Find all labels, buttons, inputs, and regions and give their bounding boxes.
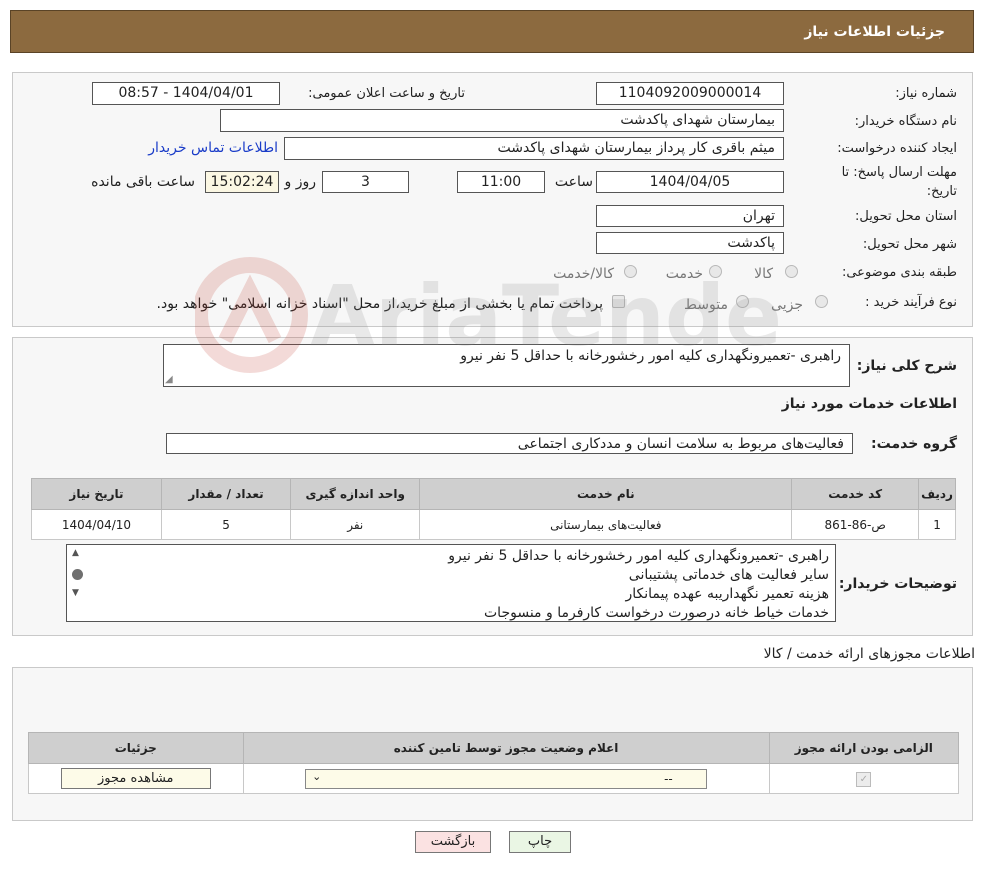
category-option-goods-service: کالا/خدمت xyxy=(553,266,614,282)
city-field: پاکدشت xyxy=(596,232,784,254)
deadline-time-label: ساعت xyxy=(554,174,593,190)
remaining-days-field: 3 xyxy=(322,171,409,193)
category-option-goods: کالا xyxy=(754,266,773,282)
page-header: جزئیات اطلاعات نیاز xyxy=(10,10,974,53)
service-group-field: فعالیت‌های مربوط به سلامت انسان و مددکار… xyxy=(166,433,853,454)
buyer-org-label: نام دستگاه خریدار: xyxy=(854,114,957,129)
deadline-date-field: 1404/04/05 xyxy=(596,171,784,193)
treasury-payment-note: پرداخت تمام یا بخشی از مبلغ خرید،از محل … xyxy=(156,296,603,312)
services-section-title: اطلاعات خدمات مورد نیاز xyxy=(781,396,957,412)
required-checkbox[interactable]: ✓ xyxy=(856,771,872,787)
deadline-label: مهلت ارسال پاسخ: تا xyxy=(841,165,957,180)
chevron-down-icon: ⌄ xyxy=(312,769,322,783)
scroll-thumb[interactable] xyxy=(72,569,83,580)
col-header-quantity: تعداد / مقدار xyxy=(160,478,292,510)
cell-unit: نفر xyxy=(290,509,421,540)
need-number-field: 1104092009000014 xyxy=(596,82,784,105)
summary-label: شرح کلی نیاز: xyxy=(856,358,957,374)
cell-quantity: 5 xyxy=(160,509,292,540)
services-table-header: ردیف کد خدمت نام خدمت واحد اندازه گیری ت… xyxy=(31,478,956,510)
cell-service-code: ص-86-861 xyxy=(791,509,920,540)
buyer-contact-link[interactable]: اطلاعات تماس خریدار xyxy=(148,140,278,156)
col-header-date: تاریخ نیاز xyxy=(31,478,162,510)
back-button[interactable]: بازگشت xyxy=(415,831,491,853)
cell-details: مشاهده مجوز xyxy=(28,763,244,794)
summary-textarea[interactable]: راهبری -تعمیرونگهداری کلیه امور رخشورخان… xyxy=(163,344,850,387)
category-radio-service[interactable] xyxy=(709,265,722,278)
buyer-notes-scrollbar[interactable]: ▲ ▼ xyxy=(68,546,86,620)
category-label: طبقه بندی موضوعی: xyxy=(841,265,957,280)
table-row: 1 ص-86-861 فعالیت‌های بیمارستانی نفر 5 1… xyxy=(31,509,956,540)
buyer-notes-line: هزینه تعمیر نگهداریبه عهده پیمانکار xyxy=(625,586,829,602)
table-row: ✓ -- ⌄ مشاهده مجوز xyxy=(28,763,960,794)
cell-service-name: فعالیت‌های بیمارستانی xyxy=(419,509,793,540)
print-button[interactable]: چاپ xyxy=(509,831,571,853)
buyer-notes-line: خدمات خیاط خانه درصورت درخواست کارفرما و… xyxy=(484,605,829,621)
col-header-details: جزئیات xyxy=(28,732,244,764)
process-option-minor: جزیی xyxy=(771,297,803,313)
cell-row-number: 1 xyxy=(918,509,956,540)
days-label: روز و xyxy=(284,174,317,190)
announce-datetime-label: تاریخ و ساعت اعلان عمومی: xyxy=(308,86,465,101)
cell-status: -- ⌄ xyxy=(242,763,770,794)
province-field: تهران xyxy=(596,205,784,227)
cell-required: ✓ xyxy=(768,763,960,794)
col-header-required: الزامی بودن ارائه مجوز xyxy=(768,732,960,764)
buyer-notes-textarea[interactable]: راهبری -تعمیرونگهداری کلیه امور رخشورخان… xyxy=(66,544,836,622)
remaining-time-label: ساعت باقی مانده xyxy=(91,174,195,190)
view-permit-button[interactable]: مشاهده مجوز xyxy=(60,768,211,789)
buyer-notes-line: سایر فعالیت های خدماتی پشتیبانی xyxy=(628,567,829,583)
process-radio-medium[interactable] xyxy=(736,295,749,308)
city-label: شهر محل تحویل: xyxy=(862,237,957,252)
process-option-medium: متوسط xyxy=(684,297,728,313)
col-header-row: ردیف xyxy=(918,478,956,510)
scroll-up-icon[interactable]: ▲ xyxy=(72,548,79,558)
col-header-code: کد خدمت xyxy=(791,478,920,510)
category-radio-goods[interactable] xyxy=(785,265,798,278)
scroll-down-icon[interactable]: ▼ xyxy=(72,588,79,598)
creator-label: ایجاد کننده درخواست: xyxy=(837,141,957,156)
col-header-unit: واحد اندازه گیری xyxy=(290,478,421,510)
permit-status-value: -- xyxy=(664,771,673,786)
permits-table-header: الزامی بودن ارائه مجوز اعلام وضعیت مجوز … xyxy=(28,732,960,764)
province-label: استان محل تحویل: xyxy=(855,209,957,224)
deadline-label-date: تاریخ: xyxy=(926,184,957,199)
remaining-time-field: 15:02:24 xyxy=(205,171,279,193)
category-option-service: خدمت xyxy=(665,266,703,282)
permits-table: الزامی بودن ارائه مجوز اعلام وضعیت مجوز … xyxy=(28,732,960,794)
buyer-notes-label: توضیحات خریدار: xyxy=(838,576,957,592)
process-radio-minor[interactable] xyxy=(815,295,828,308)
page-title: جزئیات اطلاعات نیاز xyxy=(804,24,945,40)
col-header-name: نام خدمت xyxy=(419,478,793,510)
process-type-label: نوع فرآیند خرید : xyxy=(865,295,957,310)
cell-need-date: 1404/04/10 xyxy=(31,509,162,540)
permits-section-title: اطلاعات مجوزهای ارائه خدمت / کالا xyxy=(763,646,975,662)
buyer-notes-line: راهبری -تعمیرونگهداری کلیه امور رخشورخان… xyxy=(448,548,829,564)
creator-field: میثم باقری کار پرداز بیمارستان شهدای پاک… xyxy=(284,137,784,160)
resize-handle-icon: ◢ xyxy=(165,374,173,385)
buyer-org-field: بیمارستان شهدای پاکدشت xyxy=(220,109,784,132)
category-radio-goods-service[interactable] xyxy=(624,265,637,278)
services-table: ردیف کد خدمت نام خدمت واحد اندازه گیری ت… xyxy=(31,478,956,540)
permit-status-select[interactable]: -- ⌄ xyxy=(305,768,708,789)
treasury-payment-checkbox[interactable] xyxy=(612,295,625,308)
announce-datetime-field: 1404/04/01 - 08:57 xyxy=(92,82,280,105)
deadline-time-field: 11:00 xyxy=(457,171,545,193)
service-group-label: گروه خدمت: xyxy=(871,436,957,452)
need-number-label: شماره نیاز: xyxy=(895,86,957,101)
col-header-status: اعلام وضعیت مجوز توسط تامین کننده xyxy=(242,732,770,764)
